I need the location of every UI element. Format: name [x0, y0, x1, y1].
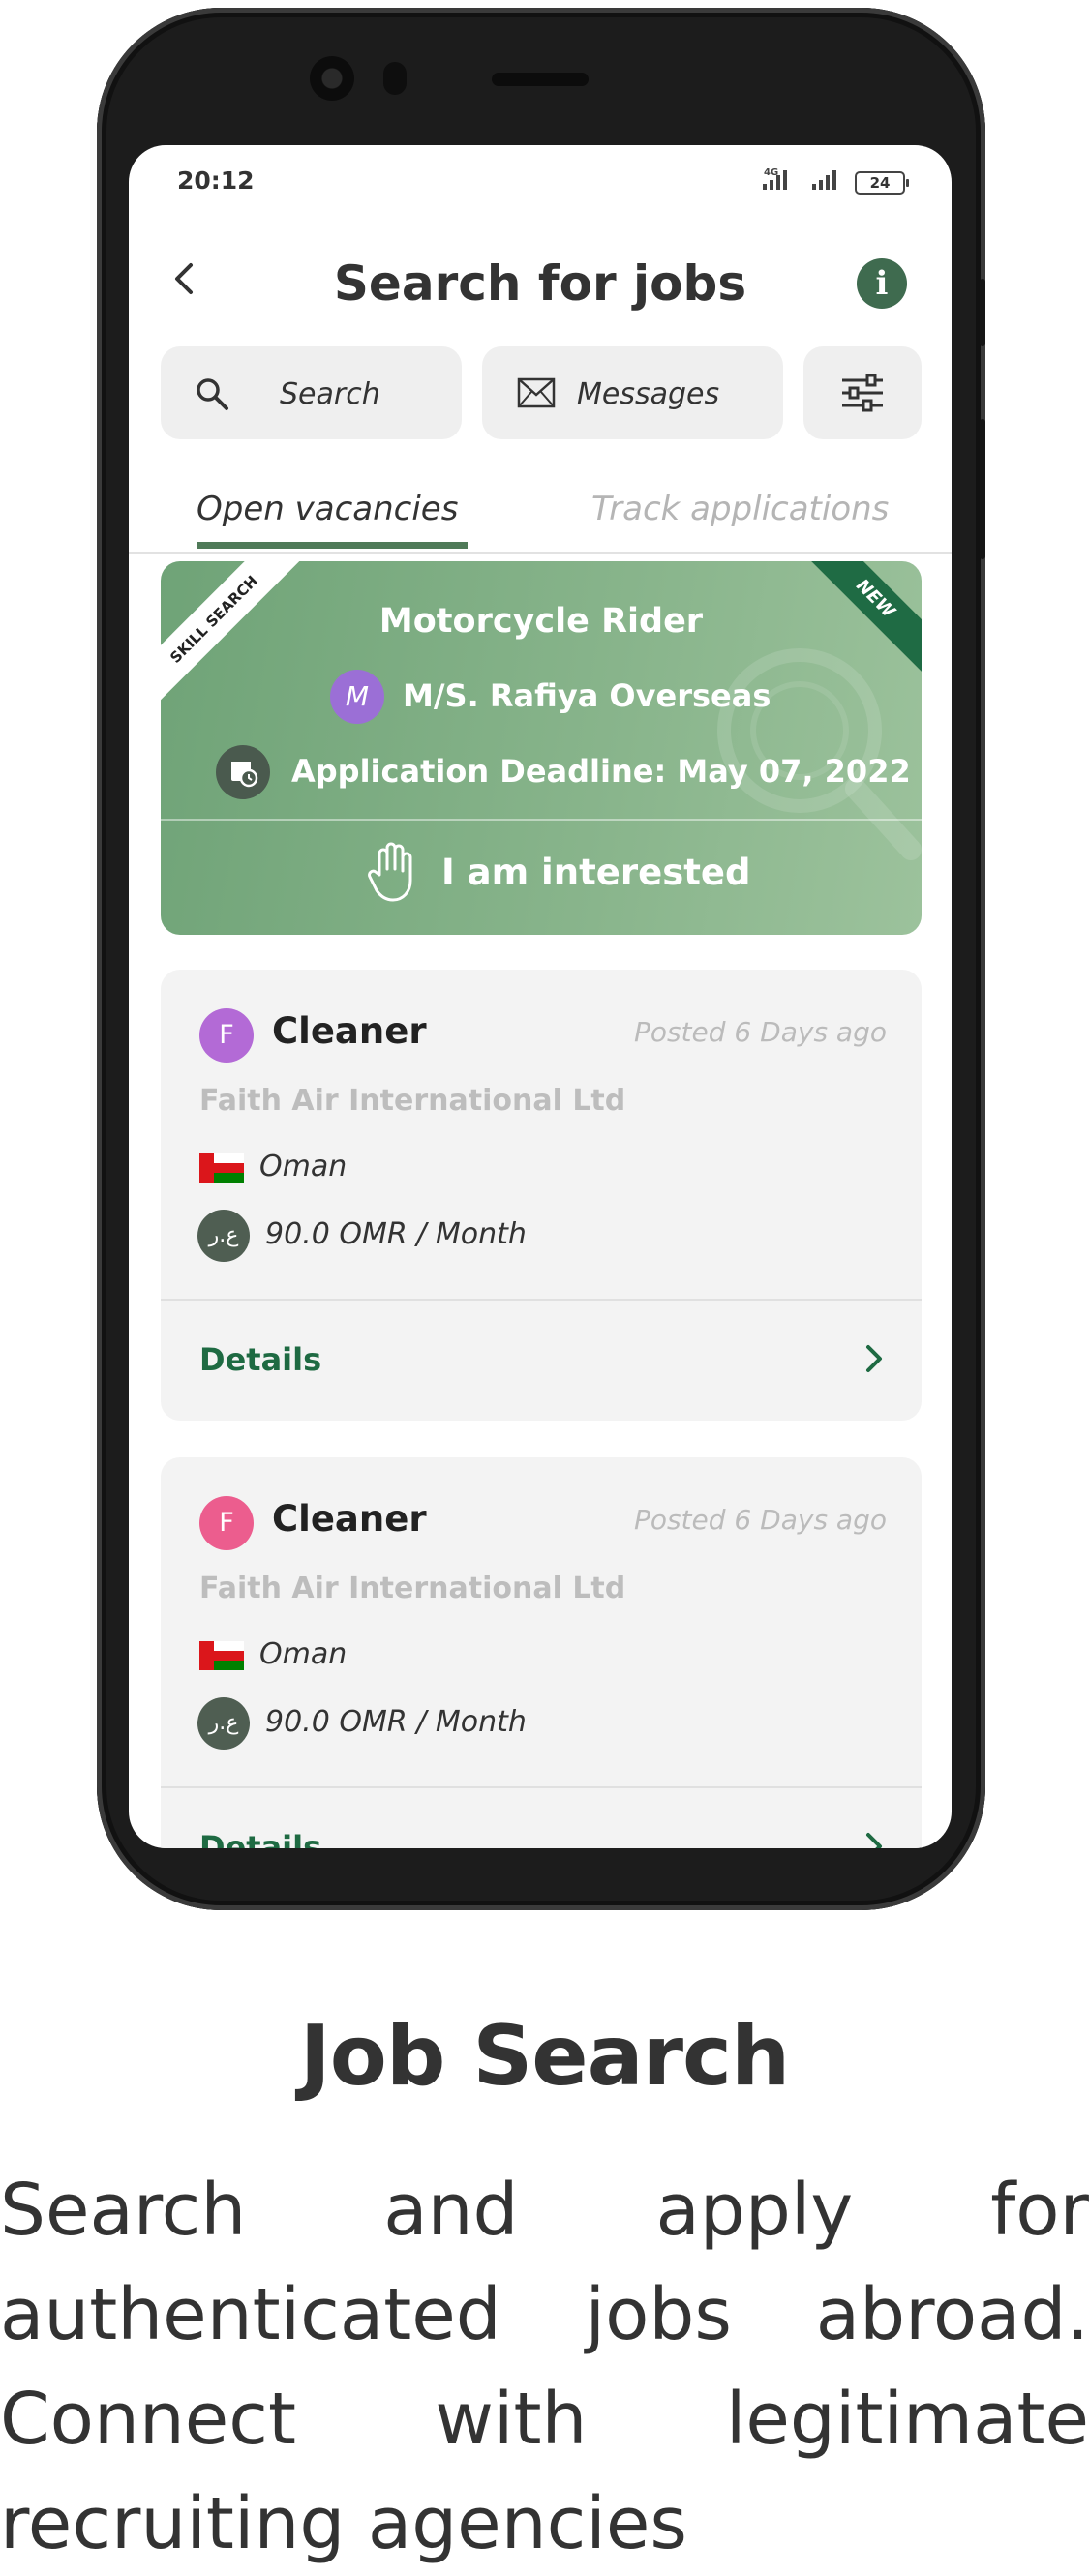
company-avatar: M: [330, 670, 384, 724]
application-deadline: Application Deadline: May 07, 2022: [291, 753, 911, 790]
caption-word: Search: [0, 2169, 247, 2252]
chevron-right-icon: [866, 1345, 882, 1372]
details-label: Details: [199, 1829, 322, 1848]
search-icon: [197, 378, 228, 410]
status-time: 20:12: [177, 166, 255, 195]
caption-word: apply: [655, 2169, 854, 2252]
messages-button[interactable]: Messages: [482, 346, 783, 439]
caption-body: Search and apply for authenticated jobs …: [0, 2158, 1089, 2576]
caption-word: Connect: [0, 2378, 296, 2461]
tab-bar: Open vacancies Track applications: [129, 464, 952, 554]
job-salary: 90.0 OMR / Month: [265, 1217, 527, 1251]
calendar-clock-icon: [216, 745, 270, 799]
featured-company-name: M/S. Rafiya Overseas: [403, 677, 771, 714]
search-button[interactable]: Search: [161, 346, 462, 439]
battery-icon: 24: [855, 171, 909, 195]
sliders-icon: [842, 374, 883, 412]
job-country: Oman: [259, 1637, 348, 1671]
job-salary: 90.0 OMR / Month: [265, 1705, 527, 1739]
job-title: Cleaner: [272, 1010, 427, 1052]
caption-word: legitimate: [725, 2378, 1089, 2461]
posted-time: Posted 6 Days ago: [633, 1016, 887, 1048]
company-avatar: F: [199, 1496, 254, 1550]
details-button[interactable]: Details: [161, 1301, 922, 1421]
tab-open-vacancies[interactable]: Open vacancies: [197, 490, 458, 528]
job-title: Cleaner: [272, 1498, 427, 1540]
currency-icon: ع.ر: [197, 1210, 250, 1262]
oman-flag-icon: [199, 1153, 244, 1183]
raised-hand-icon: [368, 842, 412, 902]
app-screen: 20:12 4G 24 Search for jobs i Search Mes…: [129, 145, 952, 1848]
caption-word: abroad.: [815, 2273, 1089, 2356]
signal-icon: [763, 168, 787, 194]
filter-button[interactable]: [803, 346, 922, 439]
posted-time: Posted 6 Days ago: [633, 1504, 887, 1536]
caption-word: for: [990, 2169, 1089, 2252]
oman-flag-icon: [199, 1641, 244, 1670]
earpiece-speaker: [492, 73, 589, 86]
job-card[interactable]: F Cleaner Posted 6 Days ago Faith Air In…: [161, 970, 922, 1421]
caption-line: Search and apply for: [0, 2158, 1089, 2262]
active-tab-indicator: [197, 542, 468, 549]
currency-icon: ع.ر: [197, 1697, 250, 1750]
caption-word: recruiting agencies: [0, 2482, 687, 2565]
job-country: Oman: [259, 1150, 348, 1183]
company-name: Faith Air International Ltd: [199, 1572, 626, 1605]
featured-job-title: Motorcycle Rider: [378, 602, 704, 641]
page-title: Search for jobs: [333, 255, 747, 312]
caption-word: with: [435, 2378, 588, 2461]
featured-job-card[interactable]: SKILL SEARCH NEW Motorcycle Rider M M/S.…: [161, 561, 922, 935]
power-button: [980, 419, 985, 559]
front-camera: [310, 56, 354, 101]
search-label: Search: [280, 377, 380, 411]
details-button[interactable]: Details: [161, 1788, 922, 1848]
signal-icon-2: [812, 168, 836, 194]
sensor: [383, 62, 407, 95]
status-bar: 20:12 4G 24: [129, 145, 952, 213]
company-avatar: F: [199, 1008, 254, 1063]
details-label: Details: [199, 1341, 322, 1378]
job-card[interactable]: F Cleaner Posted 6 Days ago Faith Air In…: [161, 1457, 922, 1848]
info-icon[interactable]: i: [857, 258, 907, 309]
company-name: Faith Air International Ltd: [199, 1084, 626, 1118]
messages-label: Messages: [577, 377, 720, 411]
caption-line: recruiting agencies: [0, 2471, 1089, 2576]
caption-word: jobs: [585, 2273, 732, 2356]
envelope-icon: [517, 377, 556, 408]
chevron-right-icon: [866, 1833, 882, 1848]
app-header: Search for jobs i: [129, 232, 952, 339]
volume-button: [980, 279, 985, 346]
i-am-interested-label: I am interested: [441, 852, 751, 893]
caption-word: and: [383, 2169, 519, 2252]
caption-title: Job Search: [299, 2008, 791, 2105]
i-am-interested-button[interactable]: I am interested: [161, 821, 922, 935]
tab-track-applications[interactable]: Track applications: [591, 490, 889, 528]
caption-line: authenticated jobs abroad.: [0, 2262, 1089, 2367]
caption-line: Connect with legitimate: [0, 2367, 1089, 2471]
caption-word: authenticated: [0, 2273, 501, 2356]
